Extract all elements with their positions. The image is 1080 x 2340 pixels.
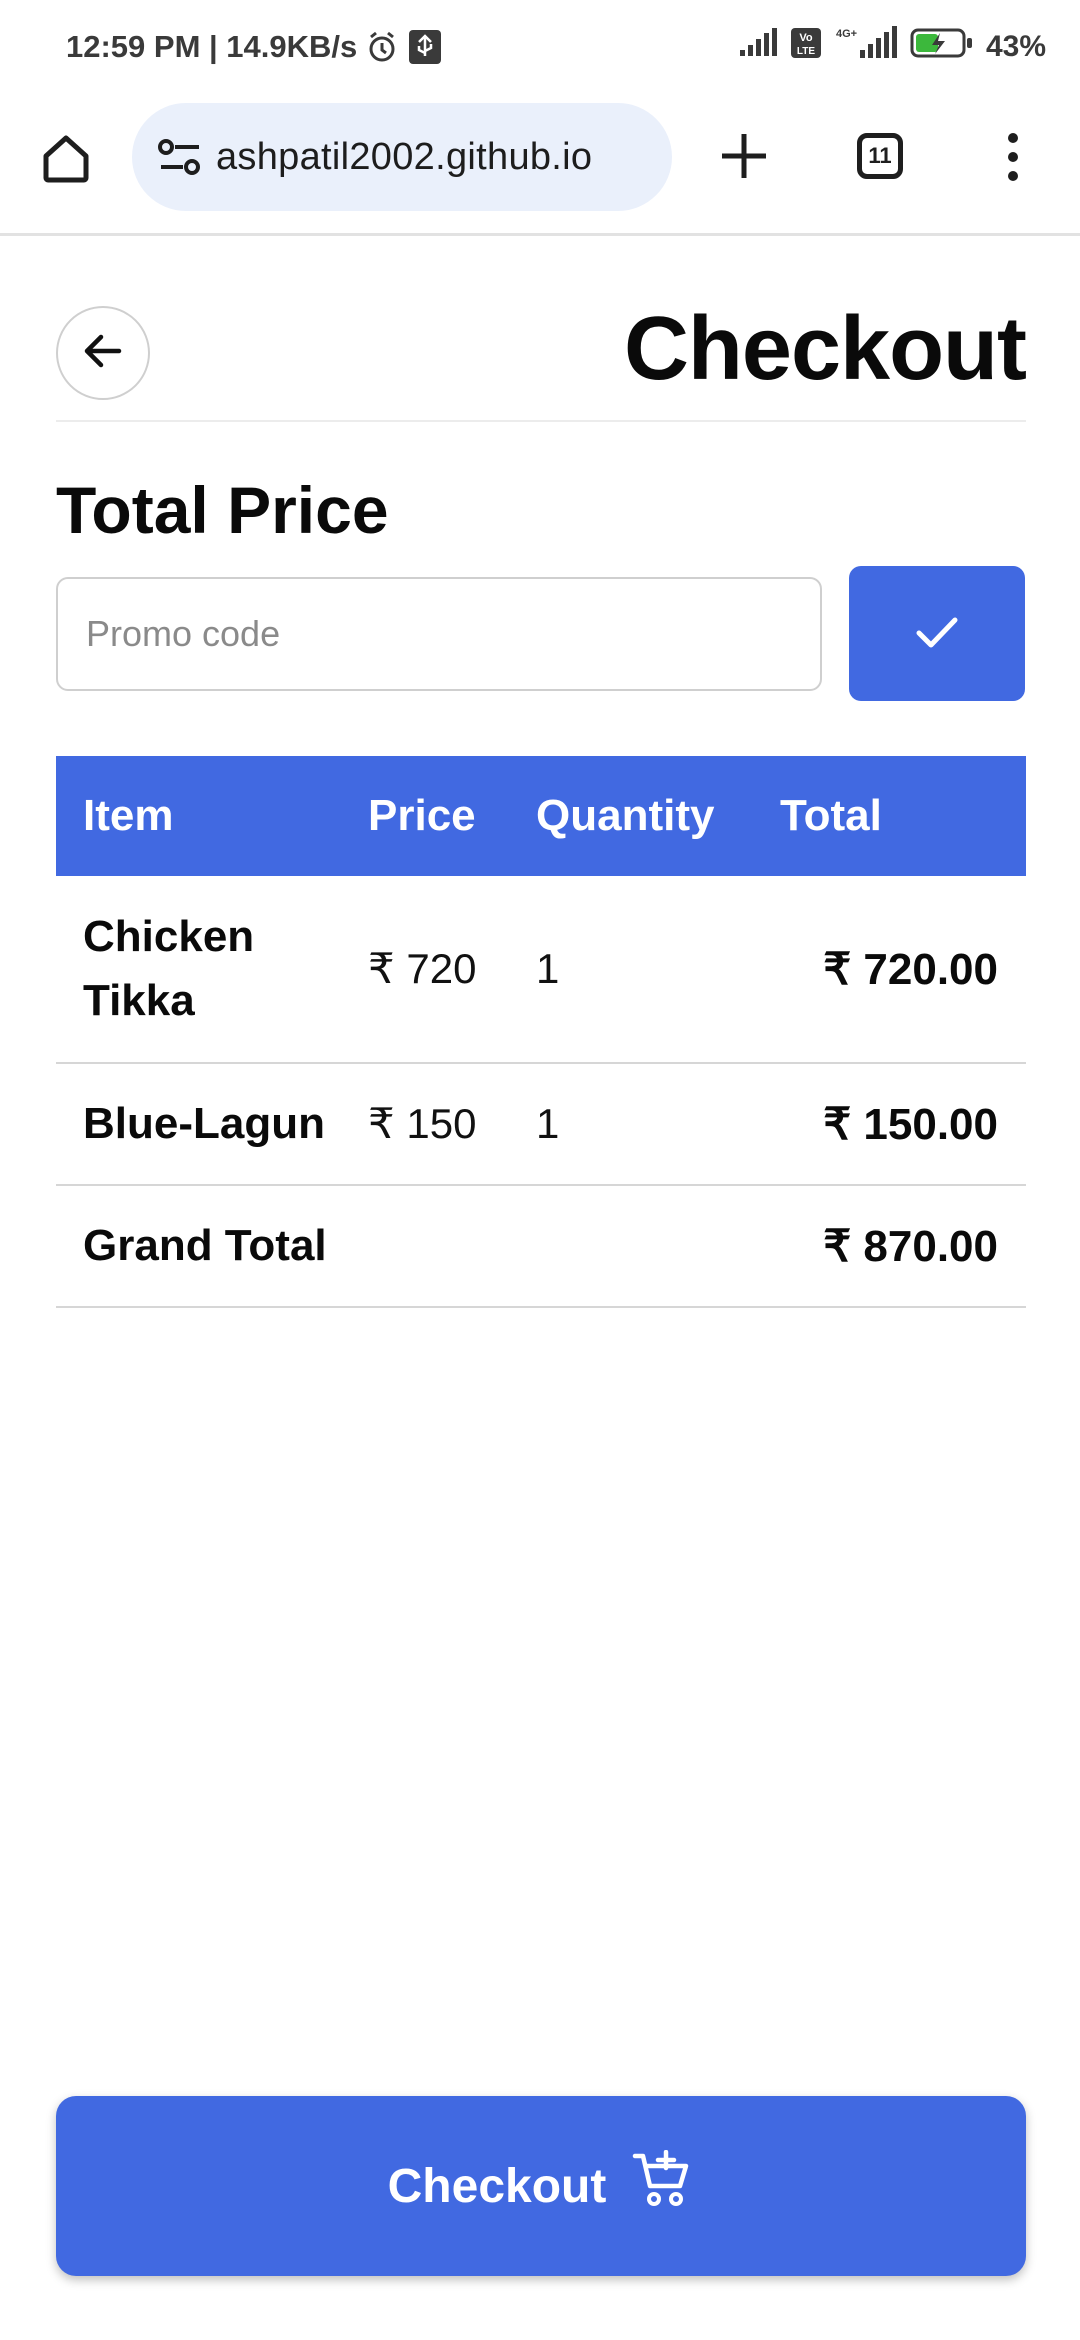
item-price: ₹ 150 [368, 1100, 477, 1147]
signal-4g-icon: 4G+ [834, 26, 898, 68]
svg-text:Vo: Vo [799, 32, 813, 44]
apply-promo-button[interactable] [849, 566, 1025, 701]
item-quantity: 1 [536, 945, 560, 992]
column-header-total: Total [780, 791, 882, 840]
arrow-left-icon [79, 327, 127, 380]
url-text: ashpatil2002.github.io [216, 135, 593, 178]
time-speed: 12:59 PM | 14.9KB/s [66, 29, 358, 64]
alarm-icon [365, 30, 399, 64]
checkout-button[interactable]: Checkout [56, 2096, 1026, 2276]
back-button[interactable] [56, 306, 150, 400]
status-left: 12:59 PM | 14.9KB/s [66, 28, 443, 66]
browser-toolbar: ashpatil2002.github.io 11 [0, 98, 1080, 236]
tabs-icon[interactable]: 11 [857, 133, 903, 179]
page-title: Checkout [623, 299, 1027, 399]
battery-icon [910, 27, 974, 67]
svg-text:LTE: LTE [797, 46, 815, 57]
status-bar: 12:59 PM | 14.9KB/s Vo LTE 4G+ 43% [0, 0, 1080, 98]
cart-plus-icon [632, 2149, 694, 2222]
grand-total-label: Grand Total [83, 1221, 327, 1270]
column-header-price: Price [368, 791, 476, 840]
table-row: Blue-Lagun ₹ 150 1 ₹ 150.00 [56, 1064, 1026, 1186]
plus-icon[interactable] [712, 124, 776, 188]
item-total: ₹ 720.00 [823, 944, 998, 994]
url-bar[interactable]: ashpatil2002.github.io [132, 103, 672, 211]
item-name: Blue-Lagun [83, 1099, 325, 1148]
more-vert-icon[interactable] [990, 122, 1036, 192]
column-header-quantity: Quantity [536, 791, 715, 840]
home-icon[interactable] [34, 126, 98, 190]
check-icon [911, 606, 963, 661]
svg-text:4G+: 4G+ [836, 28, 857, 40]
item-quantity: 1 [536, 1100, 560, 1147]
item-price: ₹ 720 [368, 945, 477, 992]
section-title: Total Price [56, 473, 389, 547]
grand-total-value: ₹ 870.00 [823, 1221, 998, 1271]
item-name: Chicken Tikka [83, 912, 255, 1025]
status-right: Vo LTE 4G+ 43% [738, 26, 1046, 68]
volte-icon: Vo LTE [790, 27, 822, 67]
promo-code-input[interactable] [56, 577, 822, 691]
battery-percent: 43% [985, 30, 1046, 63]
table-header: Item Price Quantity Total [56, 756, 1026, 876]
item-total: ₹ 150.00 [823, 1099, 998, 1149]
column-header-item: Item [83, 791, 174, 840]
tab-count: 11 [868, 143, 892, 168]
grand-total-row: Grand Total ₹ 870.00 [56, 1186, 1026, 1308]
signal-icon [738, 28, 778, 66]
divider [56, 420, 1026, 422]
checkout-label: Checkout [387, 2159, 607, 2213]
usb-icon [407, 28, 443, 66]
order-table: Item Price Quantity Total Chicken Tikka … [56, 756, 1026, 1308]
site-settings-icon[interactable] [152, 133, 208, 181]
table-row: Chicken Tikka ₹ 720 1 ₹ 720.00 [56, 876, 1026, 1064]
